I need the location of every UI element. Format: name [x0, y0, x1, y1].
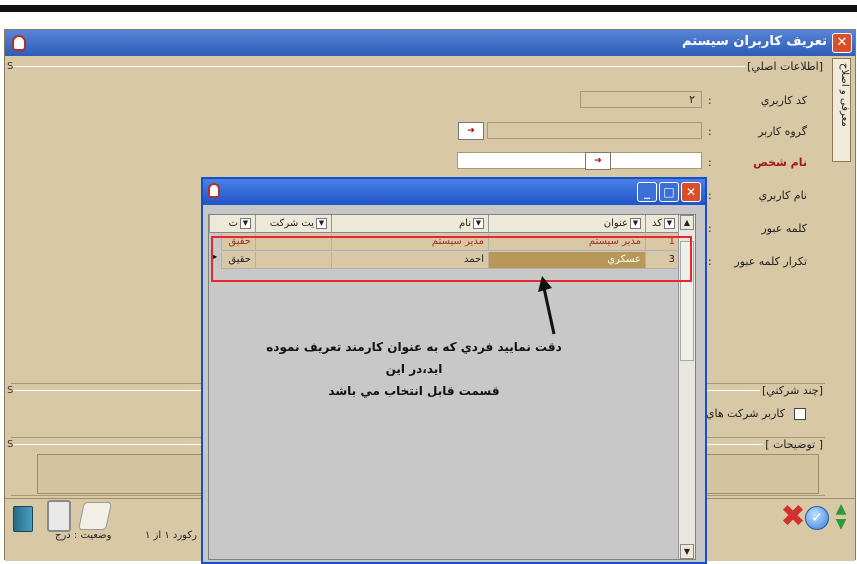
annotation-line-2: قسمت قابل انتخاب مي باشد — [328, 384, 500, 398]
person-name-label: نام شخص — [753, 156, 807, 169]
column-header-company[interactable]: ▼يت شركت — [255, 215, 331, 233]
lookup-icon[interactable]: ➔ — [458, 122, 484, 140]
scroll-up-icon[interactable]: ▲ — [680, 215, 694, 230]
person-name-field[interactable] — [457, 152, 702, 169]
user-code-field[interactable]: ٢ — [580, 91, 702, 108]
column-header-code[interactable]: ▼كد — [645, 215, 679, 233]
colon: : — [708, 94, 712, 107]
annotation-highlight-box — [211, 236, 692, 282]
user-group-label: گروه كاربر — [758, 125, 807, 138]
book-icon[interactable] — [13, 506, 33, 532]
colon: : — [708, 156, 712, 169]
dropdown-icon[interactable]: ▼ — [664, 217, 675, 229]
column-header-title[interactable]: ▼عنوان — [488, 215, 645, 233]
multi-company-checkbox[interactable] — [794, 408, 806, 420]
annotation-line-1: دقت نماييد فردي كه به عنوان كارمند تعريف… — [266, 340, 562, 376]
colon: : — [708, 125, 712, 138]
notes-title: [ توضيحات ] — [763, 438, 825, 451]
black-rule — [0, 5, 857, 12]
password-label: كلمه عبور — [761, 222, 807, 235]
grid-header: ▼ت ▼يت شركت ▼نام ▼عنوان ▼كد — [209, 215, 695, 233]
maximize-icon[interactable]: □ — [659, 182, 679, 202]
side-tab-edit[interactable]: معرفی و اصلاح — [832, 58, 851, 162]
cancel-icon[interactable]: ✖ — [779, 502, 807, 532]
section-marker: S — [7, 385, 14, 396]
dropdown-icon[interactable]: ▼ — [240, 217, 251, 229]
user-code-value: ٢ — [689, 93, 695, 106]
username-label: نام كاربري — [758, 189, 807, 202]
record-counter: ركورد ١ از ١ — [145, 530, 197, 541]
main-title-bar: تعريف كاربران سيستم ✕ — [5, 30, 855, 56]
basic-section-title: [اطلاعات اصلي] — [745, 60, 825, 73]
user-code-label: كد كاربري — [760, 94, 807, 107]
clipboard-icon[interactable] — [47, 500, 71, 532]
annotation-arrow-icon — [538, 276, 556, 335]
close-icon[interactable]: ✕ — [832, 33, 852, 53]
dropdown-icon[interactable]: ▼ — [630, 217, 641, 229]
minimize-icon[interactable]: _ — [637, 182, 657, 202]
app-icon — [12, 35, 26, 51]
top-banner — [0, 0, 857, 26]
column-header-ext[interactable]: ▼ت — [209, 215, 255, 233]
section-marker: S — [7, 439, 14, 450]
column-header-name[interactable]: ▼نام — [331, 215, 488, 233]
dropdown-icon[interactable]: ▼ — [316, 217, 327, 229]
lookup-icon[interactable]: ➔ — [585, 152, 611, 170]
colon: : — [708, 222, 712, 235]
app-icon — [208, 183, 220, 198]
section-marker: S — [7, 61, 14, 72]
colon: : — [708, 255, 712, 268]
popup-title-bar: _ □ ✕ — [203, 179, 705, 205]
navigate-arrows-icon[interactable]: ▲ ▼ — [833, 502, 849, 534]
scroll-down-icon[interactable]: ▼ — [680, 544, 694, 559]
confirm-icon[interactable]: ✓ — [805, 506, 829, 530]
colon: : — [708, 189, 712, 202]
password-repeat-label: تكرار كلمه عبور — [734, 255, 807, 268]
close-icon[interactable]: ✕ — [681, 182, 701, 202]
window-title: تعريف كاربران سيستم — [682, 34, 827, 49]
scroll-icon[interactable] — [78, 502, 112, 530]
user-group-field[interactable] — [487, 122, 702, 139]
dropdown-icon[interactable]: ▼ — [473, 217, 484, 229]
annotation-text: دقت نماييد فردي كه به عنوان كارمند تعريف… — [264, 336, 564, 402]
multi-company-title: [چند شركتي] — [760, 384, 825, 397]
status-state: وضعيت : درج — [55, 530, 112, 541]
